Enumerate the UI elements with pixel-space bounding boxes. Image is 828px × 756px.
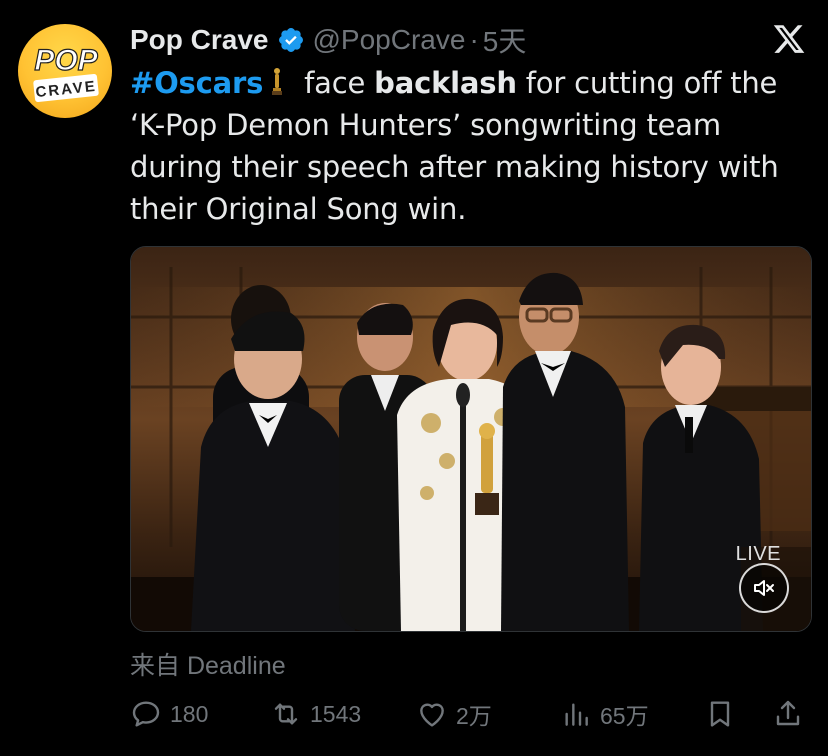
like-count: 2万 xyxy=(456,703,492,729)
speaker-muted-icon xyxy=(754,580,774,596)
reply-icon xyxy=(132,701,160,727)
avatar-pop-text: POP xyxy=(34,44,98,77)
like-button[interactable]: 2万 xyxy=(416,692,492,736)
oscar-trophy-icon xyxy=(272,68,283,95)
reply-button[interactable]: 180 xyxy=(130,692,208,736)
avatar[interactable]: POP CRAVE xyxy=(18,24,112,118)
separator-dot: · xyxy=(469,24,479,55)
retweet-count: 1543 xyxy=(310,700,362,727)
views-button[interactable]: 65万 xyxy=(560,692,649,736)
tweet-text: #Oscars face backlash for cutting off th… xyxy=(130,62,810,230)
retweet-button[interactable]: 1543 xyxy=(270,692,361,736)
video-frame xyxy=(131,247,811,631)
bookmark-icon xyxy=(710,701,730,727)
tweet-header: Pop Crave @PopCrave · 5天 xyxy=(130,22,526,58)
source-label[interactable]: 来自 Deadline xyxy=(130,646,286,682)
media-video[interactable]: LIVE xyxy=(130,246,812,632)
views-count: 65万 xyxy=(600,703,649,729)
timestamp[interactable]: 5天 xyxy=(483,20,527,60)
share-icon xyxy=(776,700,800,726)
display-name[interactable]: Pop Crave xyxy=(130,24,269,56)
hashtag-link[interactable]: #Oscars xyxy=(130,66,263,100)
action-bar: 180 1543 2万 65万 xyxy=(130,692,810,736)
retweet-icon xyxy=(274,703,298,725)
reply-count: 180 xyxy=(170,700,209,727)
views-chart-icon xyxy=(565,703,588,726)
tweet-text-part1: face xyxy=(295,66,375,100)
mute-button[interactable] xyxy=(739,563,789,613)
user-handle[interactable]: @PopCrave xyxy=(313,24,466,56)
heart-icon xyxy=(420,703,444,727)
share-button[interactable] xyxy=(772,692,812,736)
bookmark-button[interactable] xyxy=(704,692,744,736)
verified-badge-icon xyxy=(278,28,303,52)
tweet-text-bold: backlash xyxy=(374,66,517,100)
x-logo-icon[interactable] xyxy=(772,22,806,56)
